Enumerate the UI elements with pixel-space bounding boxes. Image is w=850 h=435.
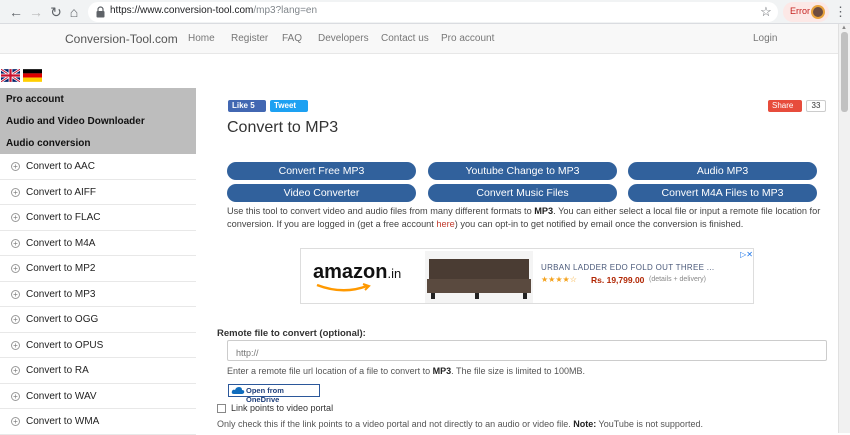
nav-contact[interactable]: Contact us xyxy=(381,33,429,44)
convert-m4a-to-mp3-button[interactable]: Convert M4A Files to MP3 xyxy=(628,184,817,202)
tweet-label: Tweet xyxy=(274,101,297,110)
page-scrollbar[interactable]: ▲ xyxy=(838,24,850,433)
scroll-up-icon[interactable]: ▲ xyxy=(841,25,847,31)
url-text: https://www.conversion-tool.com/mp3?lang… xyxy=(110,5,318,16)
tool-description: Use this tool to convert video and audio… xyxy=(227,206,821,229)
facebook-like-button[interactable]: Like 5 xyxy=(228,100,266,112)
remote-url-input[interactable] xyxy=(227,340,827,361)
remote-file-label: Remote file to convert (optional): xyxy=(217,328,366,339)
sidebar-item-mp3[interactable]: + Convert to MP3 xyxy=(0,282,196,307)
nav-home[interactable]: Home xyxy=(188,33,215,44)
video-portal-label[interactable]: Link points to video portal xyxy=(231,403,333,413)
sidebar-item-ogg[interactable]: + Convert to OGG xyxy=(0,307,196,333)
nav-pro-account[interactable]: Pro account xyxy=(441,33,494,44)
sidebar-item-label: Convert to MP2 xyxy=(26,263,96,274)
nav-register[interactable]: Register xyxy=(231,33,268,44)
uk-flag-icon[interactable] xyxy=(1,69,20,82)
site-navbar: Conversion-Tool.com Home Register FAQ De… xyxy=(0,24,838,54)
plus-icon: + xyxy=(11,391,20,401)
sidebar-item-mp2[interactable]: + Convert to MP2 xyxy=(0,256,196,282)
convert-free-mp3-button[interactable]: Convert Free MP3 xyxy=(227,162,416,180)
address-bar[interactable]: https://www.conversion-tool.com/mp3?lang… xyxy=(88,2,778,22)
share-count: 33 xyxy=(806,100,826,112)
sidebar-item-label: Convert to WMA xyxy=(26,416,100,427)
amazon-logo: amazon.in xyxy=(313,261,402,283)
video-converter-button[interactable]: Video Converter xyxy=(227,184,416,202)
sidebar-item-label: Convert to WAV xyxy=(26,390,97,402)
error-label: Error xyxy=(790,6,810,16)
page-title: Convert to MP3 xyxy=(227,119,339,136)
sidebar-item-ra[interactable]: + Convert to RA xyxy=(0,358,196,384)
convert-music-files-button[interactable]: Convert Music Files xyxy=(428,184,617,202)
sidebar-item-wma[interactable]: + Convert to WMA xyxy=(0,409,196,435)
plus-icon: + xyxy=(11,417,20,426)
sofa-image xyxy=(425,251,533,303)
plus-icon: + xyxy=(11,366,20,375)
browser-toolbar: ← → ↻ ⌂ https://www.conversion-tool.com/… xyxy=(0,0,850,24)
plus-icon: + xyxy=(11,340,20,350)
share-label: Share xyxy=(772,101,794,110)
free-account-link[interactable]: here xyxy=(436,219,454,229)
sidebar-item-label: Convert to OGG xyxy=(26,314,99,325)
sidebar-item-label: Convert to MP3 xyxy=(26,288,96,300)
plus-icon: + xyxy=(11,315,20,324)
remote-help-text: Enter a remote file url location of a fi… xyxy=(227,366,586,376)
audio-mp3-button[interactable]: Audio MP3 xyxy=(628,162,817,180)
youtube-change-to-mp3-button[interactable]: Youtube Change to MP3 xyxy=(428,162,617,180)
sidebar-item-wav[interactable]: + Convert to WAV xyxy=(0,384,196,409)
sidebar-item-aac[interactable]: + Convert to AAC xyxy=(0,154,196,180)
bookmark-star-icon[interactable]: ☆ xyxy=(758,2,774,22)
profile-error-badge[interactable]: Error xyxy=(783,2,829,22)
like-label: Like 5 xyxy=(232,101,255,110)
ad-product-title: URBAN LADDER EDO FOLD OUT THREE ... xyxy=(541,263,715,272)
sidebar-item-m4a[interactable]: + Convert to M4A xyxy=(0,231,196,256)
site-brand[interactable]: Conversion-Tool.com xyxy=(65,32,178,46)
more-menu-icon[interactable]: ⋮ xyxy=(834,2,847,22)
forward-icon[interactable]: → xyxy=(26,2,46,22)
plus-icon: + xyxy=(11,213,20,222)
avatar xyxy=(811,5,825,19)
scroll-thumb[interactable] xyxy=(841,32,848,112)
plus-icon: + xyxy=(11,264,20,273)
lock-icon xyxy=(96,6,105,18)
sidebar-item-label: Convert to AIFF xyxy=(26,186,97,198)
plus-icon: + xyxy=(11,187,20,197)
sidebar-item-aiff[interactable]: + Convert to AIFF xyxy=(0,180,196,205)
plus-icon: + xyxy=(11,289,20,299)
reload-icon[interactable]: ↻ xyxy=(46,2,66,22)
sidebar-item-opus[interactable]: + Convert to OPUS xyxy=(0,333,196,358)
nav-login[interactable]: Login xyxy=(753,33,777,44)
sidebar-header-pro-account[interactable]: Pro account xyxy=(0,88,196,110)
adchoices-icon[interactable]: ▷✕ xyxy=(733,250,753,260)
video-portal-note: Only check this if the link points to a … xyxy=(217,419,703,429)
onedrive-label: Open from OneDrive xyxy=(246,386,284,404)
sidebar-item-label: Convert to RA xyxy=(26,365,89,376)
open-from-onedrive-button[interactable]: Open from OneDrive xyxy=(228,384,320,404)
nav-developers[interactable]: Developers xyxy=(318,33,369,44)
sidebar-item-flac[interactable]: + Convert to FLAC xyxy=(0,205,196,231)
back-icon[interactable]: ← xyxy=(6,2,26,22)
share-button[interactable]: Share xyxy=(768,100,802,112)
sidebar-header-audio-conversion[interactable]: Audio conversion xyxy=(0,132,196,154)
sidebar-item-label: Convert to OPUS xyxy=(26,339,104,351)
plus-icon: + xyxy=(11,238,20,248)
ad-rating-stars: ★★★★☆ xyxy=(541,275,577,284)
sidebar-item-label: Convert to AAC xyxy=(26,161,95,172)
sidebar-item-label: Convert to FLAC xyxy=(26,212,101,223)
nav-faq[interactable]: FAQ xyxy=(282,33,302,44)
ad-details: (details + delivery) xyxy=(649,276,706,283)
home-icon[interactable]: ⌂ xyxy=(64,2,84,22)
sidebar-header-downloader[interactable]: Audio and Video Downloader xyxy=(0,110,196,132)
ad-price: Rs. 19,799.00 xyxy=(591,275,645,285)
tweet-button[interactable]: Tweet xyxy=(270,100,308,112)
plus-icon: + xyxy=(11,162,20,171)
onedrive-cloud-icon xyxy=(231,387,245,394)
sidebar-item-label: Convert to M4A xyxy=(26,237,96,249)
amazon-smile-icon xyxy=(316,283,371,292)
amazon-ad-banner[interactable]: amazon.in URBAN LADDER EDO FOLD OUT THRE… xyxy=(300,248,754,304)
sidebar: Pro account Audio and Video Downloader A… xyxy=(0,88,196,435)
germany-flag-icon[interactable] xyxy=(23,69,42,82)
video-portal-checkbox[interactable] xyxy=(217,404,226,413)
